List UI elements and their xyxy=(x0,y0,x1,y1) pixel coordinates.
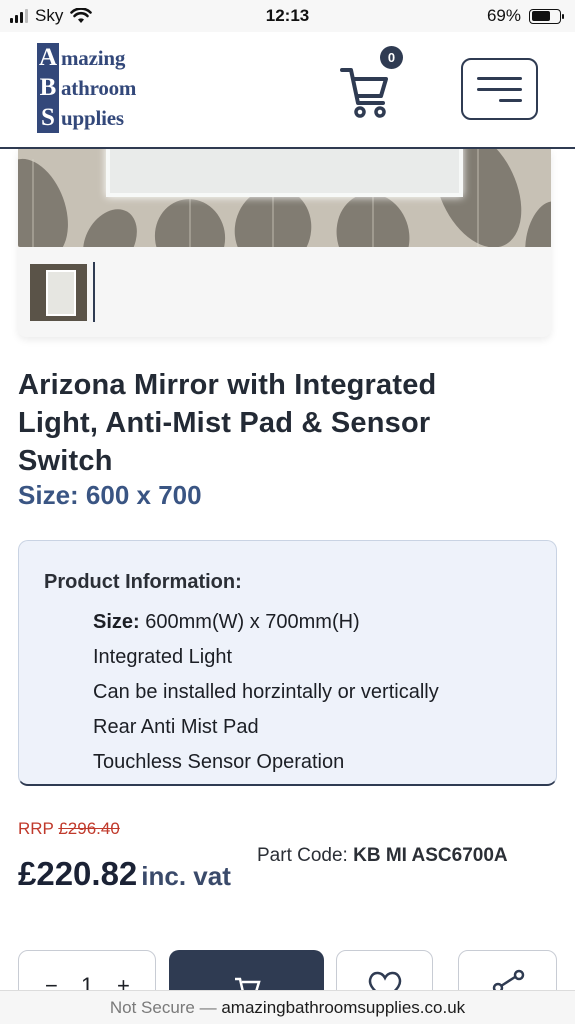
part-code: Part Code: KB MI ASC6700A xyxy=(257,845,508,867)
product-information-list: Size: 600mm(W) x 700mm(H) Integrated Lig… xyxy=(93,605,439,780)
url-host: amazingbathroomsupplies.co.uk xyxy=(221,998,466,1017)
price-suffix: inc. vat xyxy=(141,861,231,891)
logo-line-supplies: S upplies xyxy=(37,103,124,133)
info-item-value: Can be installed horzintally or vertical… xyxy=(93,681,439,703)
info-item: Rear Anti Mist Pad xyxy=(93,710,439,745)
hamburger-line xyxy=(477,87,522,91)
mirror-image xyxy=(106,149,463,197)
logo-line-bathroom: B athroom xyxy=(37,73,136,103)
price-value: £220.82 xyxy=(18,855,138,892)
rrp-value: £296.40 xyxy=(58,819,120,838)
rrp-label: RRP xyxy=(18,819,54,838)
part-code-label: Part Code: xyxy=(257,845,348,866)
logo-initial: A xyxy=(37,43,59,73)
product-size: Size: 600 x 700 xyxy=(18,480,202,510)
info-item-value: Rear Anti Mist Pad xyxy=(93,716,259,738)
current-price: £220.82 inc. vat xyxy=(18,855,231,893)
info-item: Can be installed horzintally or vertical… xyxy=(93,675,439,710)
cart-count-badge: 0 xyxy=(380,46,403,69)
product-information-box: Product Information: Size: 600mm(W) x 70… xyxy=(18,540,557,786)
logo-word: athroom xyxy=(61,75,137,100)
battery-level xyxy=(531,11,551,21)
browser-url-bar[interactable]: Not Secure — amazingbathroomsupplies.co.… xyxy=(0,990,575,1024)
hamburger-menu-icon xyxy=(477,76,522,80)
security-warning: Not Secure — xyxy=(109,998,217,1017)
thumbnail-mirror xyxy=(46,269,76,316)
logo-initial: S xyxy=(37,103,59,133)
info-item-value: 600mm(W) x 700mm(H) xyxy=(145,611,360,633)
part-code-value: KB MI ASC6700A xyxy=(353,845,508,866)
menu-button[interactable] xyxy=(461,58,538,120)
rrp-price: RRP £296.40 xyxy=(18,819,120,839)
product-thumbnail[interactable] xyxy=(28,261,89,323)
product-gallery xyxy=(18,149,551,337)
main-product-image[interactable] xyxy=(18,149,551,247)
site-logo[interactable]: A mazing B athroom S upplies xyxy=(37,43,157,135)
site-header: A mazing B athroom S upplies 0 xyxy=(0,32,575,149)
info-item: Integrated Light xyxy=(93,640,439,675)
product-title: Arizona Mirror with Integrated Light, An… xyxy=(18,369,437,477)
logo-word: mazing xyxy=(61,45,126,70)
info-item-value: Touchless Sensor Operation xyxy=(93,751,345,773)
thumbnail-strip xyxy=(28,261,95,323)
purchase-actions: − 1 + xyxy=(0,950,575,1010)
product-information-title: Product Information: xyxy=(44,571,242,593)
info-item: Size: 600mm(W) x 700mm(H) xyxy=(93,605,439,640)
logo-line-amazing: A mazing xyxy=(37,43,125,73)
info-item-label: Size: xyxy=(93,611,140,633)
battery-icon xyxy=(529,8,564,24)
thumbnail-divider xyxy=(93,262,95,322)
status-right: 69% xyxy=(486,6,564,26)
info-item: Touchless Sensor Operation xyxy=(93,745,439,780)
hamburger-line xyxy=(499,98,522,102)
ios-status-bar: Sky 12:13 69% xyxy=(0,0,575,32)
logo-initial: B xyxy=(37,73,59,103)
info-item-value: Integrated Light xyxy=(93,646,232,668)
logo-word: upplies xyxy=(61,105,124,130)
battery-percent: 69% xyxy=(486,6,521,25)
